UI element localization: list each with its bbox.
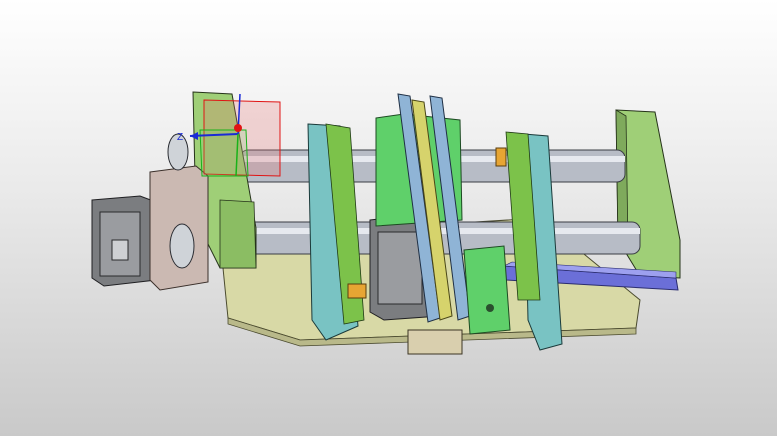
bottom-green-block[interactable] [463, 245, 511, 335]
orange-bracket-left [347, 283, 367, 299]
center-motor-face [377, 231, 423, 305]
triad-origin [234, 124, 242, 132]
triad-z-label: Z [177, 132, 183, 143]
bottom-connector[interactable] [407, 329, 463, 355]
cad-3d-viewport[interactable]: Z [0, 0, 777, 436]
left-end-frame-front [219, 199, 257, 269]
triad-plane-green [199, 129, 249, 177]
left-pulley-lower[interactable] [169, 223, 195, 269]
orange-bracket-right-1 [495, 147, 507, 167]
coordinate-triad[interactable]: Z [177, 93, 281, 177]
assembly-model-render[interactable]: Z [0, 0, 777, 436]
bottom-block-bolt [486, 304, 494, 312]
left-motor-label [111, 239, 129, 261]
